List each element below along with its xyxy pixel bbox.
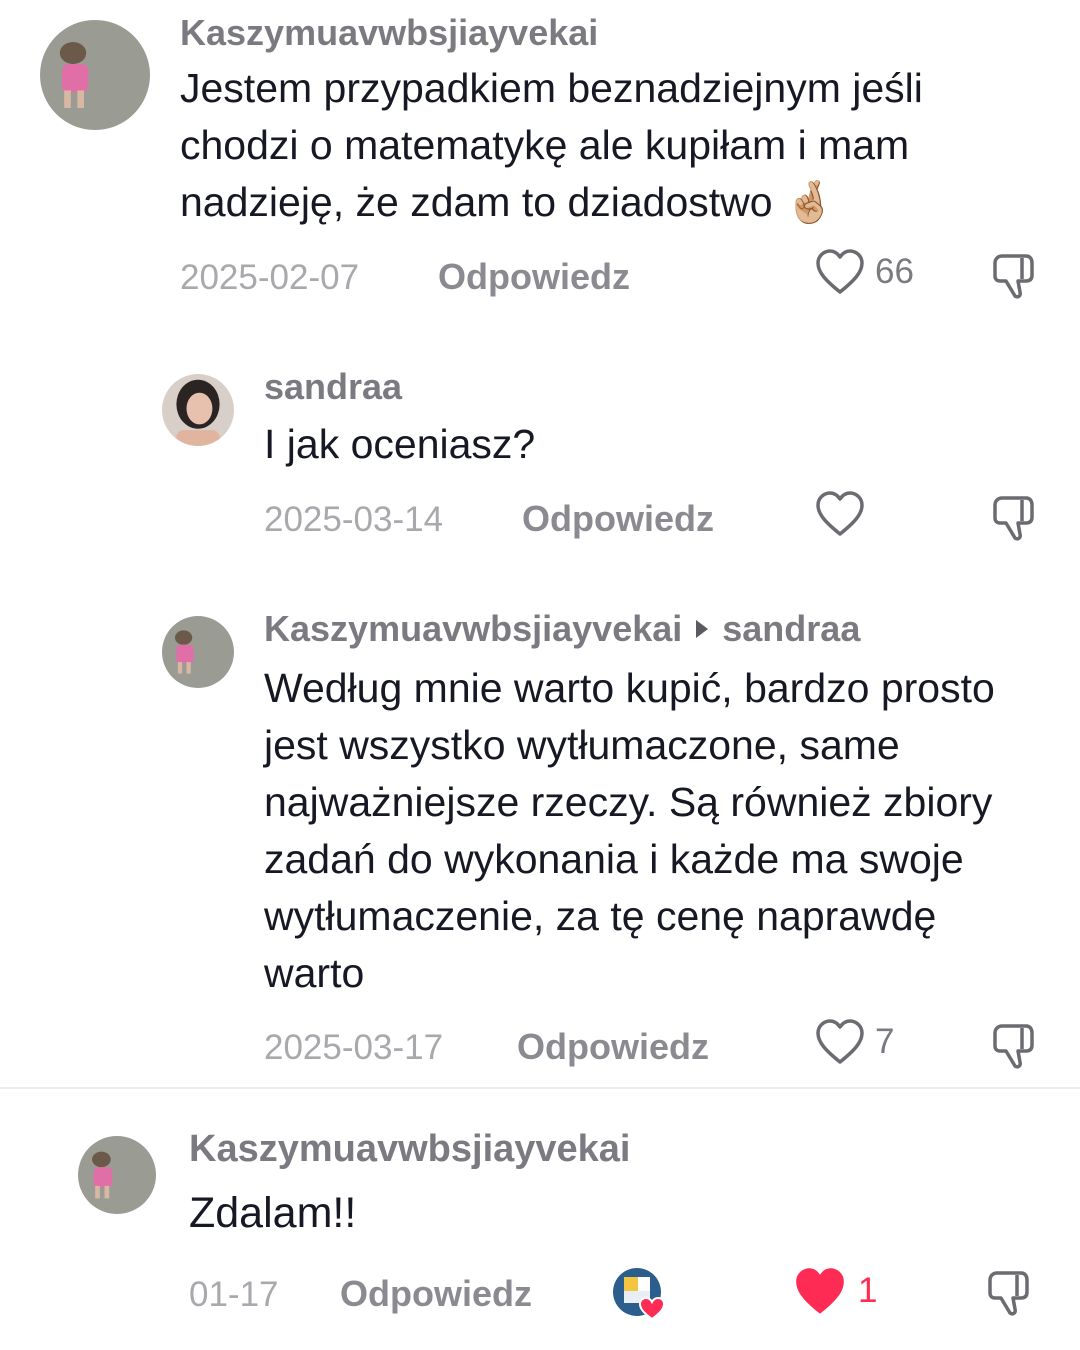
like-count: 1 (858, 1271, 878, 1310)
reply-button[interactable]: Odpowiedz (522, 498, 714, 540)
like-button[interactable]: 7 (815, 1018, 894, 1066)
comment-text: Zdalam!! (189, 1189, 357, 1237)
comment-text: Według mnie warto kupić, bardzo prosto j… (264, 665, 995, 996)
comment-date: 2025-03-17 (264, 1028, 444, 1067)
like-count: 7 (875, 1022, 895, 1061)
username[interactable]: Kaszymuavwbsjiayvekai (180, 12, 598, 54)
pink-doll-avatar-icon (40, 20, 150, 130)
username[interactable]: sandraa (264, 366, 402, 408)
username[interactable]: Kaszymuavwbsjiayvekai (189, 1128, 631, 1171)
thumbs-down-icon (993, 1024, 1034, 1069)
heart-outline-icon (816, 491, 864, 536)
creator-heart-badge-icon (612, 1267, 666, 1321)
thumbs-down-icon (993, 496, 1034, 541)
heart-outline-icon (816, 1019, 864, 1064)
avatar[interactable] (78, 1136, 156, 1214)
like-button[interactable] (815, 490, 875, 538)
thumbs-down-icon (988, 1271, 1029, 1316)
pink-doll-avatar-icon (162, 616, 234, 688)
username-row: Kaszymuavwbsjiayvekai sandraa (264, 608, 860, 650)
like-count: 66 (875, 252, 914, 291)
dislike-button[interactable] (988, 1020, 1040, 1077)
comment-text: Jestem przypadkiem beznadziejnym jeśli c… (180, 65, 923, 225)
divider (0, 1087, 1080, 1089)
reply-button[interactable]: Odpowiedz (340, 1273, 532, 1315)
comment-date: 2025-02-07 (180, 258, 360, 297)
dislike-button[interactable] (988, 250, 1040, 307)
reply-arrow-icon (696, 620, 709, 639)
heart-filled-icon (796, 1268, 844, 1314)
reply-to-username[interactable]: sandraa (722, 608, 860, 649)
dislike-button[interactable] (988, 492, 1040, 549)
comment-text: I jak oceniasz? (264, 421, 536, 467)
reply-button[interactable]: Odpowiedz (438, 256, 630, 298)
thumbs-down-icon (993, 254, 1034, 299)
heart-outline-icon (816, 249, 864, 294)
reply-button[interactable]: Odpowiedz (517, 1026, 709, 1068)
avatar[interactable] (40, 20, 150, 130)
comment-date: 01-17 (189, 1275, 279, 1314)
avatar[interactable] (162, 616, 234, 688)
dislike-button[interactable] (983, 1267, 1035, 1324)
like-button[interactable]: 66 (815, 248, 914, 296)
pink-doll-avatar-icon (78, 1136, 156, 1214)
avatar[interactable] (162, 374, 234, 446)
person-photo-avatar-icon (162, 374, 234, 446)
username[interactable]: Kaszymuavwbsjiayvekai (264, 608, 682, 649)
comment-date: 2025-03-14 (264, 500, 444, 539)
like-button[interactable]: 1 (792, 1265, 877, 1317)
